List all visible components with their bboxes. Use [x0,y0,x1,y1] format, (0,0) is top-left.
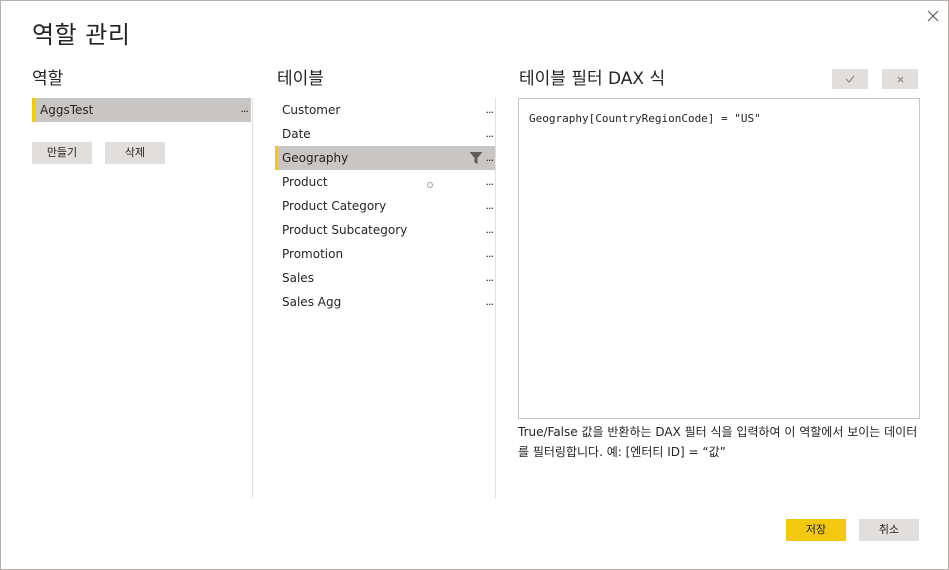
table-more-button[interactable]: ... [486,290,494,314]
dax-header: 테이블 필터 DAX 식 [519,69,666,89]
table-item-promotion[interactable]: Promotion ... [275,242,495,266]
table-item-label: Geography [282,151,349,165]
table-item-label: Product Category [282,199,387,213]
divider-tables-dax [495,98,496,498]
table-more-button[interactable]: ... [486,170,494,194]
cancel-button[interactable]: 취소 [859,519,919,541]
delete-role-button[interactable]: 삭제 [105,142,165,164]
table-more-button[interactable]: ... [486,146,494,170]
table-item-product[interactable]: Product ... [275,170,495,194]
dialog-title: 역할 관리 [32,21,131,49]
table-more-button[interactable]: ... [486,218,494,242]
table-item-sales[interactable]: Sales ... [275,266,495,290]
tables-header: 테이블 [277,69,324,89]
table-more-button[interactable]: ... [486,98,494,122]
close-button[interactable] [922,5,944,27]
role-item-aggstest[interactable]: AggsTest ... [32,98,251,122]
cancel-expression-button[interactable] [882,69,918,89]
dax-expression-editor[interactable]: Geography[CountryRegionCode] = "US" [518,98,920,419]
table-item-date[interactable]: Date ... [275,122,495,146]
table-item-sales-agg[interactable]: Sales Agg ... [275,290,495,314]
check-icon [845,75,855,83]
filter-icon [469,152,483,164]
table-item-product-subcategory[interactable]: Product Subcategory ... [275,218,495,242]
table-more-button[interactable]: ... [486,122,494,146]
create-role-button[interactable]: 만들기 [32,142,92,164]
manage-roles-dialog: 역할 관리 역할 AggsTest ... 만들기 삭제 테이블 Custome… [0,0,949,570]
table-item-label: Sales Agg [282,295,342,309]
table-item-label: Date [282,127,311,141]
table-item-product-category[interactable]: Product Category ... [275,194,495,218]
confirm-expression-button[interactable] [832,69,868,89]
roles-header: 역할 [32,69,64,89]
role-more-button[interactable]: ... [241,98,249,120]
dax-hint-text: True/False 값을 반환하는 DAX 필터 식을 입력하여 이 역할에서… [518,425,918,459]
divider-roles-tables [252,98,253,498]
close-icon [927,10,939,22]
table-item-label: Product Subcategory [282,223,408,237]
tables-list: Customer ... Date ... Geography ... Prod… [275,98,495,314]
mouse-cursor-indicator [427,182,433,188]
table-item-label: Product [282,175,328,189]
save-button[interactable]: 저장 [786,519,846,541]
table-more-button[interactable]: ... [486,194,494,218]
table-item-label: Promotion [282,247,344,261]
table-more-button[interactable]: ... [486,242,494,266]
table-item-label: Customer [282,103,341,117]
table-item-label: Sales [282,271,314,285]
table-item-geography[interactable]: Geography ... [275,146,495,170]
role-item-label: AggsTest [40,103,94,117]
table-more-button[interactable]: ... [486,266,494,290]
x-icon [897,76,903,82]
table-item-customer[interactable]: Customer ... [275,98,495,122]
